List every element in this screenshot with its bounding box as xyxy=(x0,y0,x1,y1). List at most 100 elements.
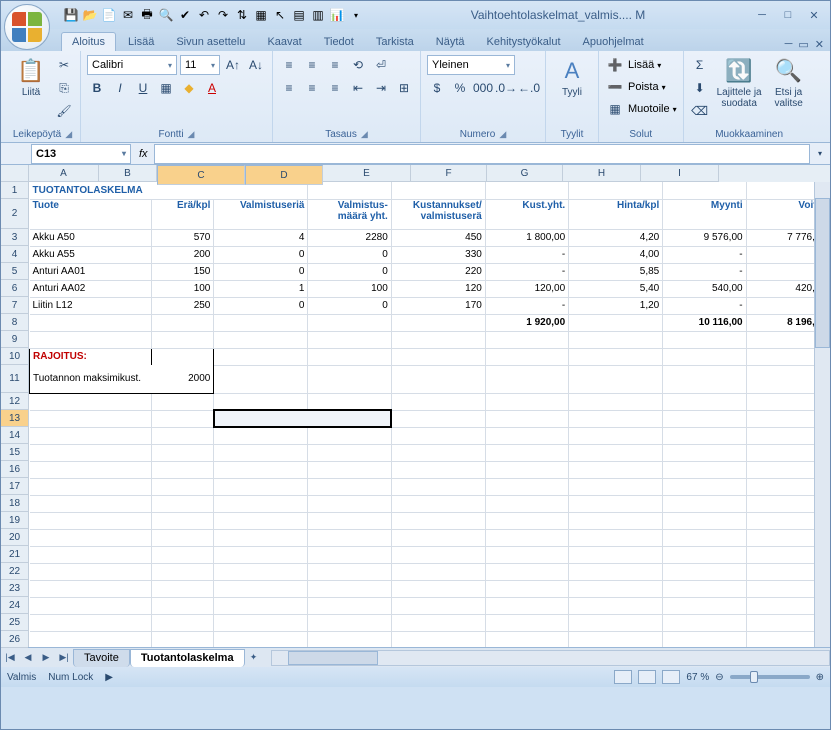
tab-tarkista[interactable]: Tarkista xyxy=(366,33,424,51)
font-launcher[interactable]: ◢ xyxy=(188,129,195,140)
row-header[interactable]: 13 xyxy=(1,410,28,427)
column-header[interactable]: B xyxy=(99,165,157,182)
row-header[interactable]: 4 xyxy=(1,246,28,263)
border-button[interactable]: ▦ xyxy=(156,78,176,98)
column-header[interactable]: H xyxy=(563,165,641,182)
row-header[interactable]: 10 xyxy=(1,348,28,365)
tab-nayta[interactable]: Näytä xyxy=(426,33,475,51)
column-header[interactable]: A xyxy=(29,165,99,182)
sort-icon[interactable]: ⇅ xyxy=(234,7,250,23)
row-header[interactable]: 1 xyxy=(1,182,28,199)
comma-icon[interactable]: 000 xyxy=(473,78,493,98)
open-icon[interactable]: 📂 xyxy=(82,7,98,23)
sheet-nav-first-icon[interactable]: |◀ xyxy=(1,649,19,667)
zoom-level[interactable]: 67 % xyxy=(686,672,709,683)
view-pagebreak-button[interactable] xyxy=(662,670,680,684)
close-button[interactable]: ✕ xyxy=(804,7,824,23)
row-header[interactable]: 14 xyxy=(1,427,28,444)
font-name-select[interactable]: Calibri▾ xyxy=(87,55,177,75)
tab-tiedot[interactable]: Tiedot xyxy=(314,33,364,51)
chart2-icon[interactable]: 📊 xyxy=(329,7,345,23)
decrease-font-icon[interactable]: A↓ xyxy=(246,55,266,75)
row-header[interactable]: 18 xyxy=(1,495,28,512)
autosum-icon[interactable]: Σ xyxy=(690,55,710,75)
underline-button[interactable]: U xyxy=(133,78,153,98)
fill-icon[interactable]: ⬇ xyxy=(690,78,710,98)
tab-kehitystyokalut[interactable]: Kehitystyökalut xyxy=(477,33,571,51)
row-header[interactable]: 9 xyxy=(1,331,28,348)
row-header[interactable]: 16 xyxy=(1,461,28,478)
column-header[interactable]: G xyxy=(487,165,563,182)
name-box[interactable]: C13▾ xyxy=(31,144,131,164)
sheet-nav-next-icon[interactable]: ▶ xyxy=(37,649,55,667)
increase-font-icon[interactable]: A↑ xyxy=(223,55,243,75)
row-header[interactable]: 19 xyxy=(1,512,28,529)
sheet-tab-tavoite[interactable]: Tavoite xyxy=(73,649,130,667)
row-header[interactable]: 20 xyxy=(1,529,28,546)
align-center-icon[interactable]: ≡ xyxy=(302,78,322,98)
format-button[interactable]: ▦Muotoile▾ xyxy=(605,99,677,119)
table-icon[interactable]: ▤ xyxy=(291,7,307,23)
preview-icon[interactable]: 🔍 xyxy=(158,7,174,23)
row-header[interactable]: 17 xyxy=(1,478,28,495)
sheet-nav-prev-icon[interactable]: ◀ xyxy=(19,649,37,667)
row-header[interactable]: 21 xyxy=(1,546,28,563)
doc-close-button[interactable]: ✕ xyxy=(815,38,824,51)
align-top-icon[interactable]: ≡ xyxy=(279,55,299,75)
indent-inc-icon[interactable]: ⇥ xyxy=(371,78,391,98)
font-color-button[interactable]: A xyxy=(202,78,222,98)
row-header[interactable]: 25 xyxy=(1,614,28,631)
pointer-icon[interactable]: ↖ xyxy=(272,7,288,23)
new-icon[interactable]: 📄 xyxy=(101,7,117,23)
tab-lisaa[interactable]: Lisää xyxy=(118,33,164,51)
tab-apuohjelmat[interactable]: Apuohjelmat xyxy=(573,33,654,51)
view-normal-button[interactable] xyxy=(614,670,632,684)
column-header[interactable]: E xyxy=(323,165,411,182)
doc-minimize-button[interactable]: ─ xyxy=(785,38,793,51)
cut-icon[interactable]: ✂ xyxy=(54,55,74,75)
align-right-icon[interactable]: ≡ xyxy=(325,78,345,98)
mail-icon[interactable]: ✉ xyxy=(120,7,136,23)
row-header[interactable]: 6 xyxy=(1,280,28,297)
expand-formula-icon[interactable]: ▾ xyxy=(810,144,830,164)
cell-grid[interactable]: TUOTANTOLASKELMATuoteErä/kplValmistuseri… xyxy=(29,182,830,647)
fill-color-button[interactable]: ◆ xyxy=(179,78,199,98)
row-header[interactable]: 12 xyxy=(1,393,28,410)
clear-icon[interactable]: ⌫ xyxy=(690,101,710,121)
merge-icon[interactable]: ⊞ xyxy=(394,78,414,98)
delete-button[interactable]: ➖Poista▾ xyxy=(605,77,666,97)
row-header[interactable]: 8 xyxy=(1,314,28,331)
spell-icon[interactable]: ✔ xyxy=(177,7,193,23)
font-size-select[interactable]: 11▾ xyxy=(180,55,220,75)
row-header[interactable]: 3 xyxy=(1,229,28,246)
redo-icon[interactable]: ↷ xyxy=(215,7,231,23)
row-header[interactable]: 7 xyxy=(1,297,28,314)
increase-decimal-icon[interactable]: .0→ xyxy=(496,78,516,98)
sort-filter-button[interactable]: 🔃 Lajittele ja suodata xyxy=(713,55,766,111)
sheet-nav-last-icon[interactable]: ▶| xyxy=(55,649,73,667)
office-button[interactable] xyxy=(4,4,50,50)
find-select-button[interactable]: 🔍 Etsi ja valitse xyxy=(769,55,809,111)
tab-sivun-asettelu[interactable]: Sivun asettelu xyxy=(166,33,255,51)
qat-dropdown-icon[interactable]: ▾ xyxy=(348,7,364,23)
paste-button[interactable]: 📋 Liitä xyxy=(11,55,51,100)
percent-icon[interactable]: % xyxy=(450,78,470,98)
row-header[interactable]: 23 xyxy=(1,580,28,597)
insert-button[interactable]: ➕Lisää▾ xyxy=(605,55,661,75)
decrease-decimal-icon[interactable]: ←.0 xyxy=(519,78,539,98)
indent-dec-icon[interactable]: ⇤ xyxy=(348,78,368,98)
sheet-tab-tuotantolaskelma[interactable]: Tuotantolaskelma xyxy=(130,649,245,667)
minimize-button[interactable]: ─ xyxy=(752,7,772,23)
number-format-select[interactable]: Yleinen▾ xyxy=(427,55,515,75)
column-header[interactable]: C xyxy=(157,165,245,185)
tab-kaavat[interactable]: Kaavat xyxy=(257,33,311,51)
fx-icon[interactable]: fx xyxy=(139,148,148,160)
macro-record-icon[interactable]: ▶ xyxy=(105,672,113,683)
new-sheet-icon[interactable]: ✦ xyxy=(245,649,263,667)
zoom-slider[interactable] xyxy=(730,675,810,679)
view-layout-button[interactable] xyxy=(638,670,656,684)
row-header[interactable]: 2 xyxy=(1,199,28,229)
print-icon[interactable]: 🖶 xyxy=(139,7,155,23)
vertical-scrollbar[interactable] xyxy=(814,182,830,647)
zoom-in-button[interactable]: ⊕ xyxy=(816,672,824,683)
